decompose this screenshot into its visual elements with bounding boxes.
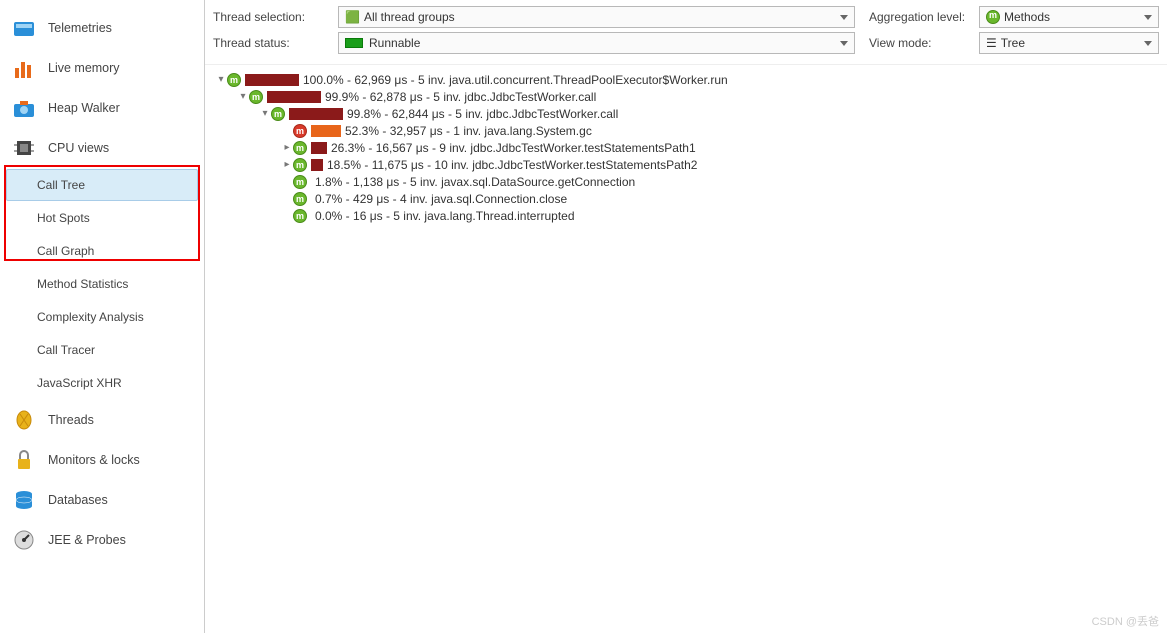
method-icon: m [271, 107, 285, 121]
nav-label: Live memory [48, 61, 120, 75]
tree-row-text: 26.3% - 16,567 μs - 9 inv. jdbc.JdbcTest… [331, 141, 696, 155]
call-tree[interactable]: ▾m100.0% - 62,969 μs - 5 inv. java.util.… [205, 65, 1167, 633]
expander-icon[interactable]: ▾ [215, 74, 227, 85]
sidebar-item-live-memory[interactable]: Live memory [0, 48, 204, 88]
bars-icon [12, 56, 36, 80]
tree-row[interactable]: m 52.3% - 32,957 μs - 1 inv. java.lang.Sy… [209, 122, 1163, 139]
sub-item-hot-spots[interactable]: Hot Spots [6, 202, 198, 234]
method-icon: m [293, 192, 307, 206]
method-icon: m [293, 124, 307, 138]
aggregation-label: Aggregation level: [869, 10, 979, 24]
tree-row-text: 99.8% - 62,844 μs - 5 inv. jdbc.JdbcTest… [347, 107, 618, 121]
method-icon: m [249, 90, 263, 104]
tree-row[interactable]: ▾m 99.9% - 62,878 μs - 5 inv. jdbc.JdbcTe… [209, 88, 1163, 105]
thread-status-label: Thread status: [213, 36, 338, 50]
view-mode-value: Tree [1001, 36, 1025, 50]
method-icon: m [293, 141, 307, 155]
runnable-icon [345, 38, 363, 48]
thread-selection-select[interactable]: 🟩 All thread groups [338, 6, 855, 28]
sub-item-call-tree[interactable]: Call Tree [6, 169, 198, 201]
nav-label: Telemetries [48, 21, 112, 35]
view-mode-select[interactable]: ☰ Tree [979, 32, 1159, 54]
sub-item-call-tracer[interactable]: Call Tracer [6, 334, 198, 366]
tree-row[interactable]: m 0.0% - 16 μs - 5 inv. java.lang.Thread.… [209, 207, 1163, 224]
method-icon: m [293, 209, 307, 223]
watermark: CSDN @丢爸 [1092, 613, 1159, 629]
expander-icon[interactable]: ▾ [259, 108, 271, 119]
telemetries-icon [12, 16, 36, 40]
tree-row-text: 1.8% - 1,138 μs - 5 inv. javax.sql.DataS… [315, 175, 635, 189]
tree-icon: ☰ [986, 36, 997, 50]
tree-row[interactable]: ▸m 18.5% - 11,675 μs - 10 inv. jdbc.JdbcT… [209, 156, 1163, 173]
sidebar-item-telemetries[interactable]: Telemetries [0, 8, 204, 48]
percent-bar [245, 74, 299, 86]
cpu-icon [12, 136, 36, 160]
expander-icon[interactable]: ▸ [281, 159, 293, 170]
nav-label: CPU views [48, 141, 109, 155]
sidebar-item-jee-probes[interactable]: JEE & Probes [0, 520, 204, 560]
gauge-icon [12, 528, 36, 552]
lock-icon [12, 448, 36, 472]
sidebar: Telemetries Live memory Heap Walker CPU … [0, 0, 205, 633]
method-icon: m [227, 73, 241, 87]
tree-row-text: 99.9% - 62,878 μs - 5 inv. jdbc.JdbcTest… [325, 90, 596, 104]
filters-bar: Thread selection: 🟩 All thread groups Ag… [205, 0, 1167, 65]
expander-icon[interactable]: ▸ [281, 142, 293, 153]
sidebar-item-heap-walker[interactable]: Heap Walker [0, 88, 204, 128]
nav-label: Heap Walker [48, 101, 120, 115]
nav-label: JEE & Probes [48, 533, 126, 547]
tree-row-text: 0.0% - 16 μs - 5 inv. java.lang.Thread.i… [315, 209, 575, 223]
tree-row-text: 0.7% - 429 μs - 4 inv. java.sql.Connecti… [315, 192, 567, 206]
thread-selection-label: Thread selection: [213, 10, 338, 24]
thread-status-select[interactable]: Runnable [338, 32, 855, 54]
method-icon [986, 10, 1000, 24]
method-icon: m [293, 175, 307, 189]
tree-row[interactable]: m 1.8% - 1,138 μs - 5 inv. javax.sql.Data… [209, 173, 1163, 190]
nav-label: Threads [48, 413, 94, 427]
nav-label: Databases [48, 493, 108, 507]
percent-bar [311, 142, 327, 154]
view-mode-label: View mode: [869, 36, 979, 50]
sub-item-method-statistics[interactable]: Method Statistics [6, 268, 198, 300]
thread-status-value: Runnable [369, 36, 420, 50]
method-icon: m [293, 158, 307, 172]
tree-row[interactable]: ▸m 26.3% - 16,567 μs - 9 inv. jdbc.JdbcTe… [209, 139, 1163, 156]
sub-item-call-graph[interactable]: Call Graph [6, 235, 198, 267]
sub-item-complexity-analysis[interactable]: Complexity Analysis [6, 301, 198, 333]
sidebar-item-databases[interactable]: Databases [0, 480, 204, 520]
percent-bar [289, 108, 343, 120]
percent-bar [311, 159, 323, 171]
tree-row[interactable]: m 0.7% - 429 μs - 4 inv. java.sql.Connect… [209, 190, 1163, 207]
tree-row[interactable]: ▾m 100.0% - 62,969 μs - 5 inv. java.util.… [209, 71, 1163, 88]
camera-icon [12, 96, 36, 120]
tree-row-text: 52.3% - 32,957 μs - 1 inv. java.lang.Sys… [345, 124, 592, 138]
threads-icon [12, 408, 36, 432]
tree-row-text: 18.5% - 11,675 μs - 10 inv. jdbc.JdbcTes… [327, 158, 697, 172]
nav-label: Monitors & locks [48, 453, 140, 467]
sub-item-javascript-xhr[interactable]: JavaScript XHR [6, 367, 198, 399]
aggregation-select[interactable]: Methods [979, 6, 1159, 28]
thread-group-icon: 🟩 [345, 10, 360, 24]
percent-bar [311, 125, 341, 137]
tree-row-text: 100.0% - 62,969 μs - 5 inv. java.util.co… [303, 73, 728, 87]
sidebar-item-monitors-locks[interactable]: Monitors & locks [0, 440, 204, 480]
tree-row[interactable]: ▾m 99.8% - 62,844 μs - 5 inv. jdbc.JdbcTe… [209, 105, 1163, 122]
sidebar-item-cpu-views[interactable]: CPU views [0, 128, 204, 168]
main-panel: Thread selection: 🟩 All thread groups Ag… [205, 0, 1167, 633]
database-icon [12, 488, 36, 512]
aggregation-value: Methods [1004, 10, 1050, 24]
percent-bar [267, 91, 321, 103]
sidebar-item-threads[interactable]: Threads [0, 400, 204, 440]
thread-selection-value: All thread groups [364, 10, 455, 24]
expander-icon[interactable]: ▾ [237, 91, 249, 102]
